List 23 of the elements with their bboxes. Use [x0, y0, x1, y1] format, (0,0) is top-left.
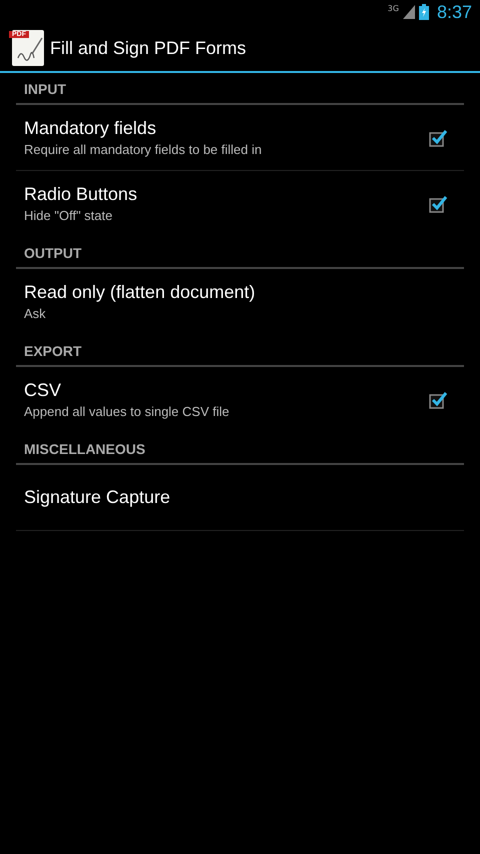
section-header: MISCELLANEOUS: [16, 433, 464, 465]
preference-title: Signature Capture: [24, 487, 172, 508]
app-title: Fill and Sign PDF Forms: [50, 38, 246, 58]
section-header: OUTPUT: [16, 237, 464, 269]
battery-icon: [418, 4, 429, 20]
preference-summary: Append all values to single CSV file: [24, 404, 230, 419]
preference-summary: Require all mandatory fields to be filled in: [24, 142, 263, 157]
preference-row[interactable]: Mandatory fields Require all mandatory fields to be filled in: [16, 105, 464, 171]
network-type: 3G: [388, 4, 399, 13]
preference-title: Read only (flatten document): [24, 282, 256, 303]
signal-icon: [402, 5, 415, 19]
preference-row[interactable]: CSV Append all values to single CSV file: [16, 367, 464, 433]
preference-summary: Hide "Off" state: [24, 208, 114, 223]
preference-row[interactable]: Read only (flatten document) Ask: [16, 269, 464, 335]
preference-row[interactable]: Radio Buttons Hide "Off" state: [16, 171, 464, 237]
clock-time: 8:37: [436, 2, 472, 22]
section-header: INPUT: [16, 73, 464, 105]
preference-title: Radio Buttons: [24, 184, 138, 205]
preference-row[interactable]: Signature Capture: [16, 465, 464, 531]
section-header: EXPORT: [16, 335, 464, 367]
preference-title: Mandatory fields: [24, 118, 158, 139]
preference-summary: Ask: [24, 306, 47, 321]
preference-title: CSV: [24, 380, 62, 401]
